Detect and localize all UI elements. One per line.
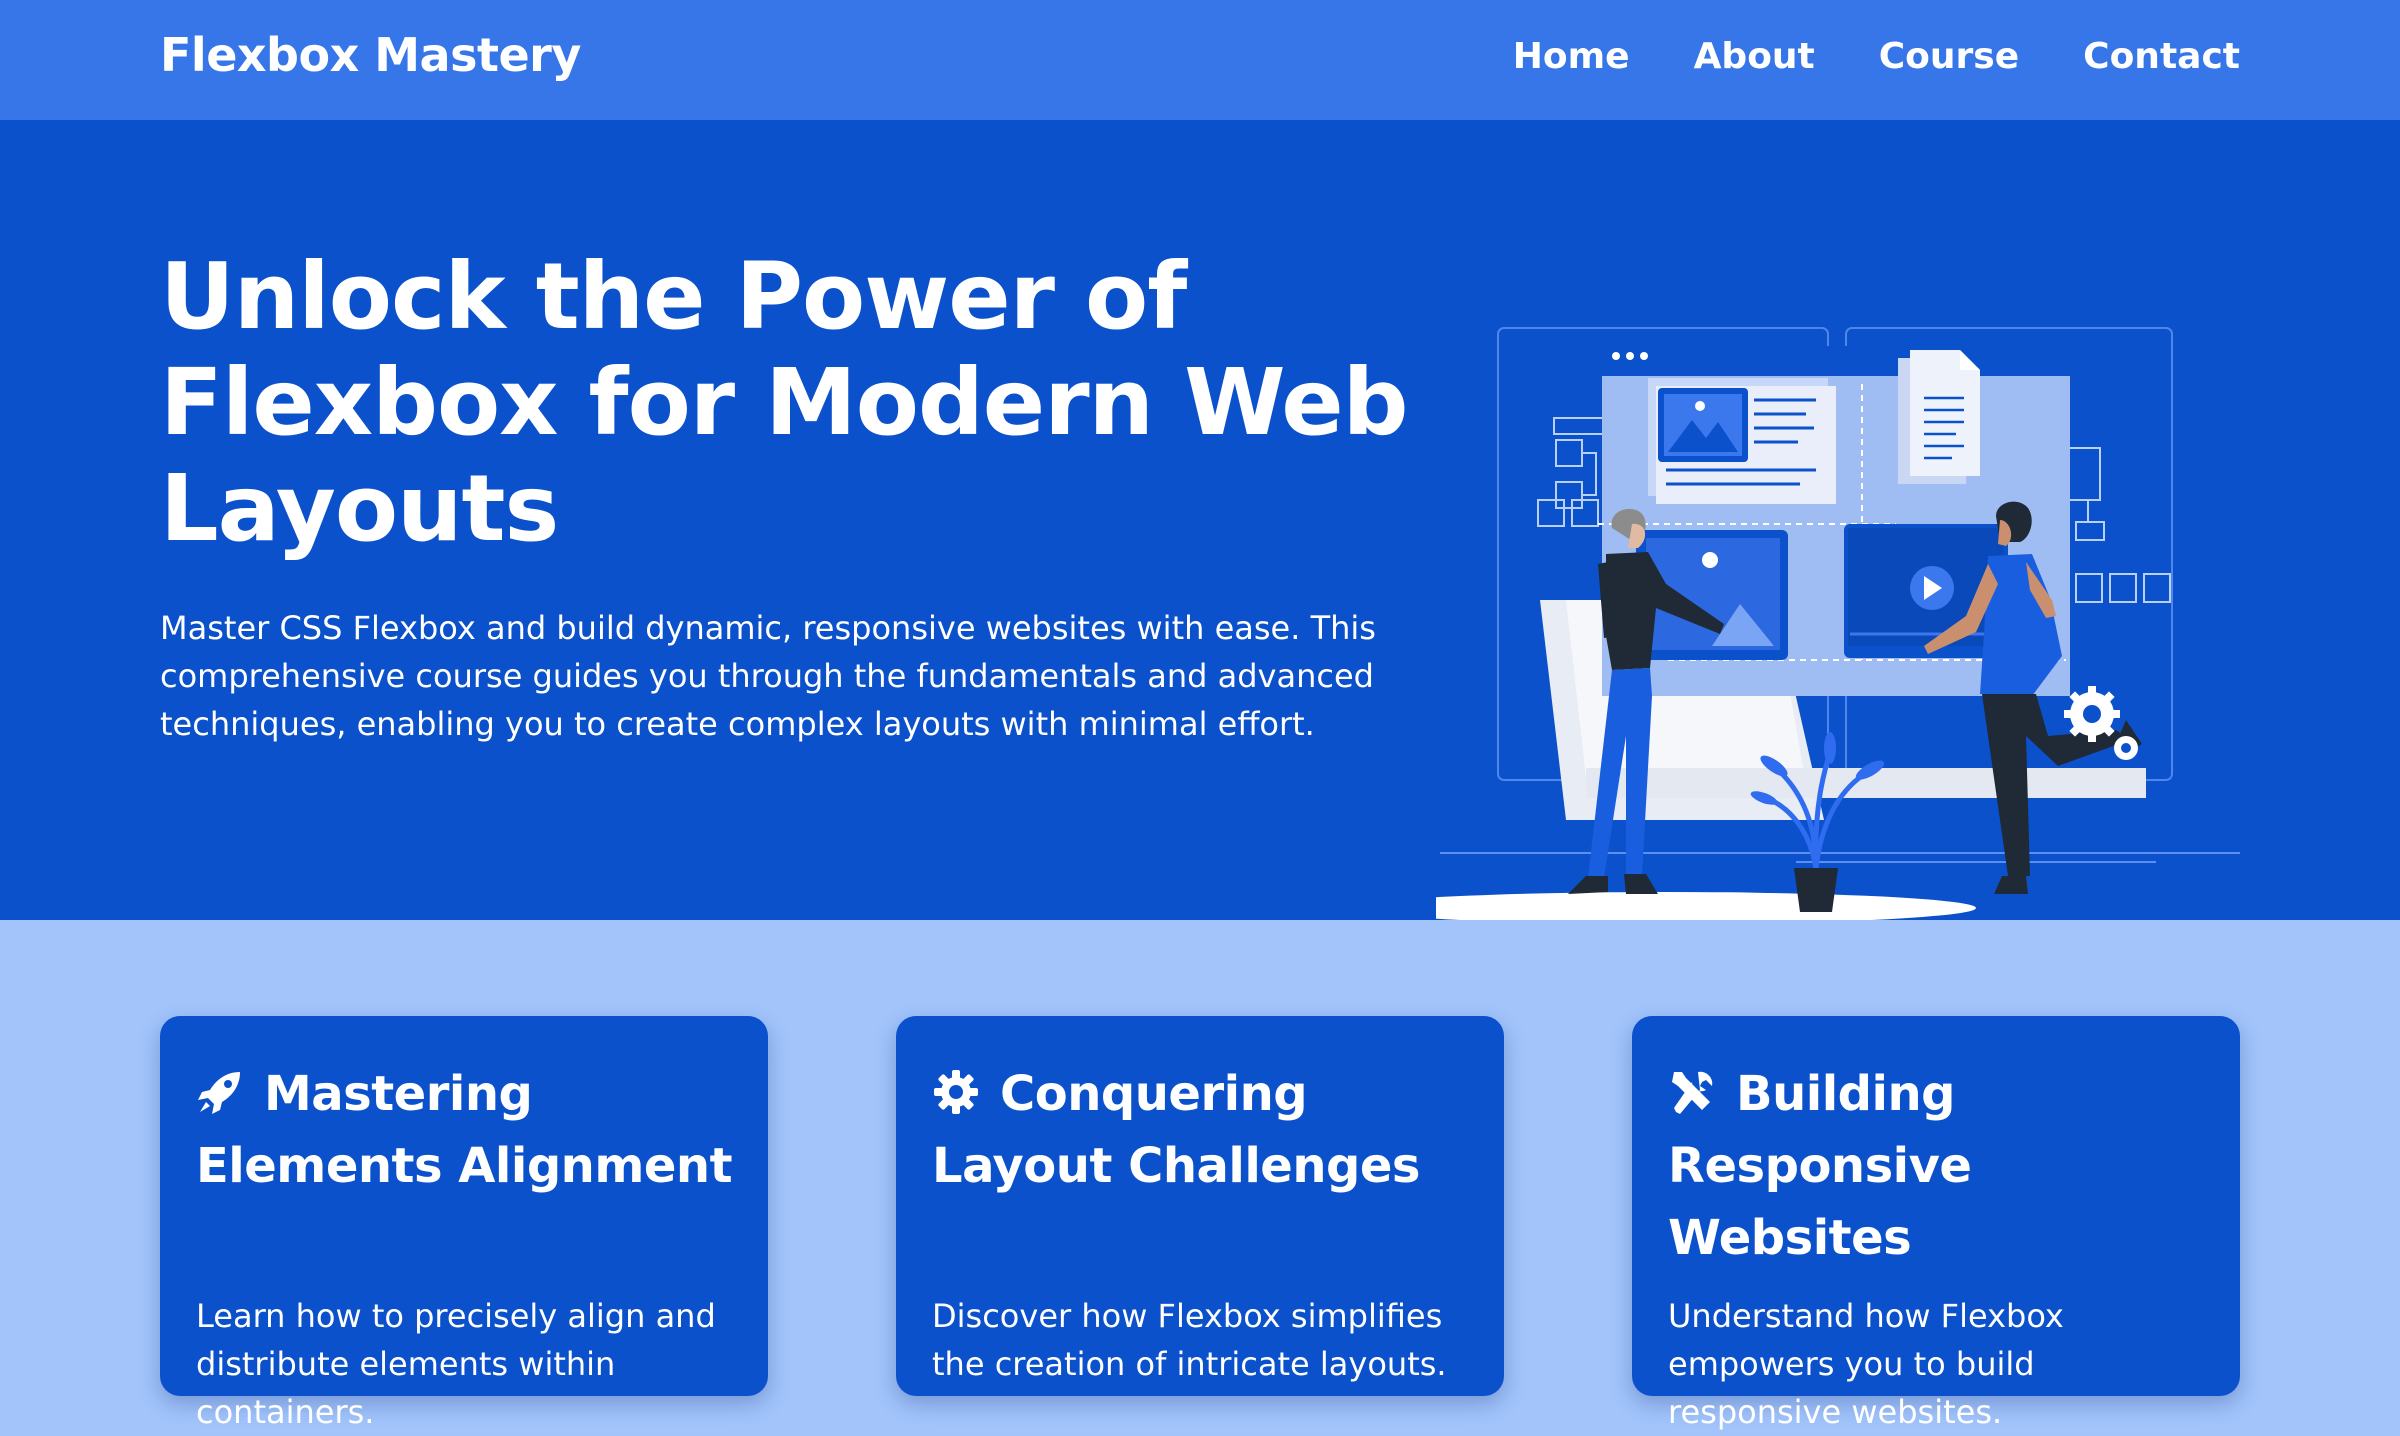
nav-link-about[interactable]: About: [1694, 36, 1815, 77]
feature-card-responsive[interactable]: Building Responsive Websites Understand …: [1632, 1016, 2240, 1431]
feature-card-layout[interactable]: Conquering Layout Challenges Discover ho…: [896, 1016, 1504, 1396]
nav-links: Home About Course Contact: [1513, 36, 2240, 77]
feature-title-line2: Responsive Websites: [1668, 1138, 1972, 1266]
feature-title-line1: Building: [1736, 1066, 1956, 1122]
feature-title: Mastering Elements Alignment: [196, 1058, 756, 1202]
feature-card-alignment[interactable]: Mastering Elements Alignment Learn how t…: [160, 1016, 768, 1431]
feature-description: Discover how Flexbox simplifies the crea…: [932, 1297, 1447, 1383]
hero-title: Unlock the Power of Flexbox for Modern W…: [160, 243, 1409, 562]
gear-icon: [934, 1070, 978, 1114]
feature-description: Learn how to precisely align and distrib…: [196, 1297, 716, 1431]
feature-title-line2: Elements Alignment: [196, 1138, 733, 1194]
feature-title: Building Responsive Websites: [1668, 1058, 2228, 1274]
nav-link-home[interactable]: Home: [1513, 36, 1630, 77]
nav-link-course[interactable]: Course: [1879, 36, 2019, 77]
site-brand[interactable]: Flexbox Mastery: [160, 28, 581, 82]
tools-icon: [1672, 1071, 1713, 1114]
hero-section: Unlock the Power of Flexbox for Modern W…: [0, 120, 2400, 924]
feature-title-line2: Layout Challenges: [932, 1138, 1421, 1194]
top-navbar: Flexbox Mastery Home About Course Contac…: [0, 0, 2400, 120]
rocket-icon: [198, 1072, 240, 1114]
features-section: Mastering Elements Alignment Learn how t…: [0, 920, 2400, 1431]
feature-title-line1: Mastering: [264, 1066, 533, 1122]
feature-description: Understand how Flexbox empowers you to b…: [1668, 1297, 2064, 1431]
hero-illustration: [1436, 327, 2240, 924]
nav-link-contact[interactable]: Contact: [2083, 36, 2240, 77]
feature-title: Conquering Layout Challenges: [932, 1058, 1492, 1202]
feature-title-line1: Conquering: [1000, 1066, 1308, 1122]
hero-description: Master CSS Flexbox and build dynamic, re…: [160, 609, 1376, 743]
